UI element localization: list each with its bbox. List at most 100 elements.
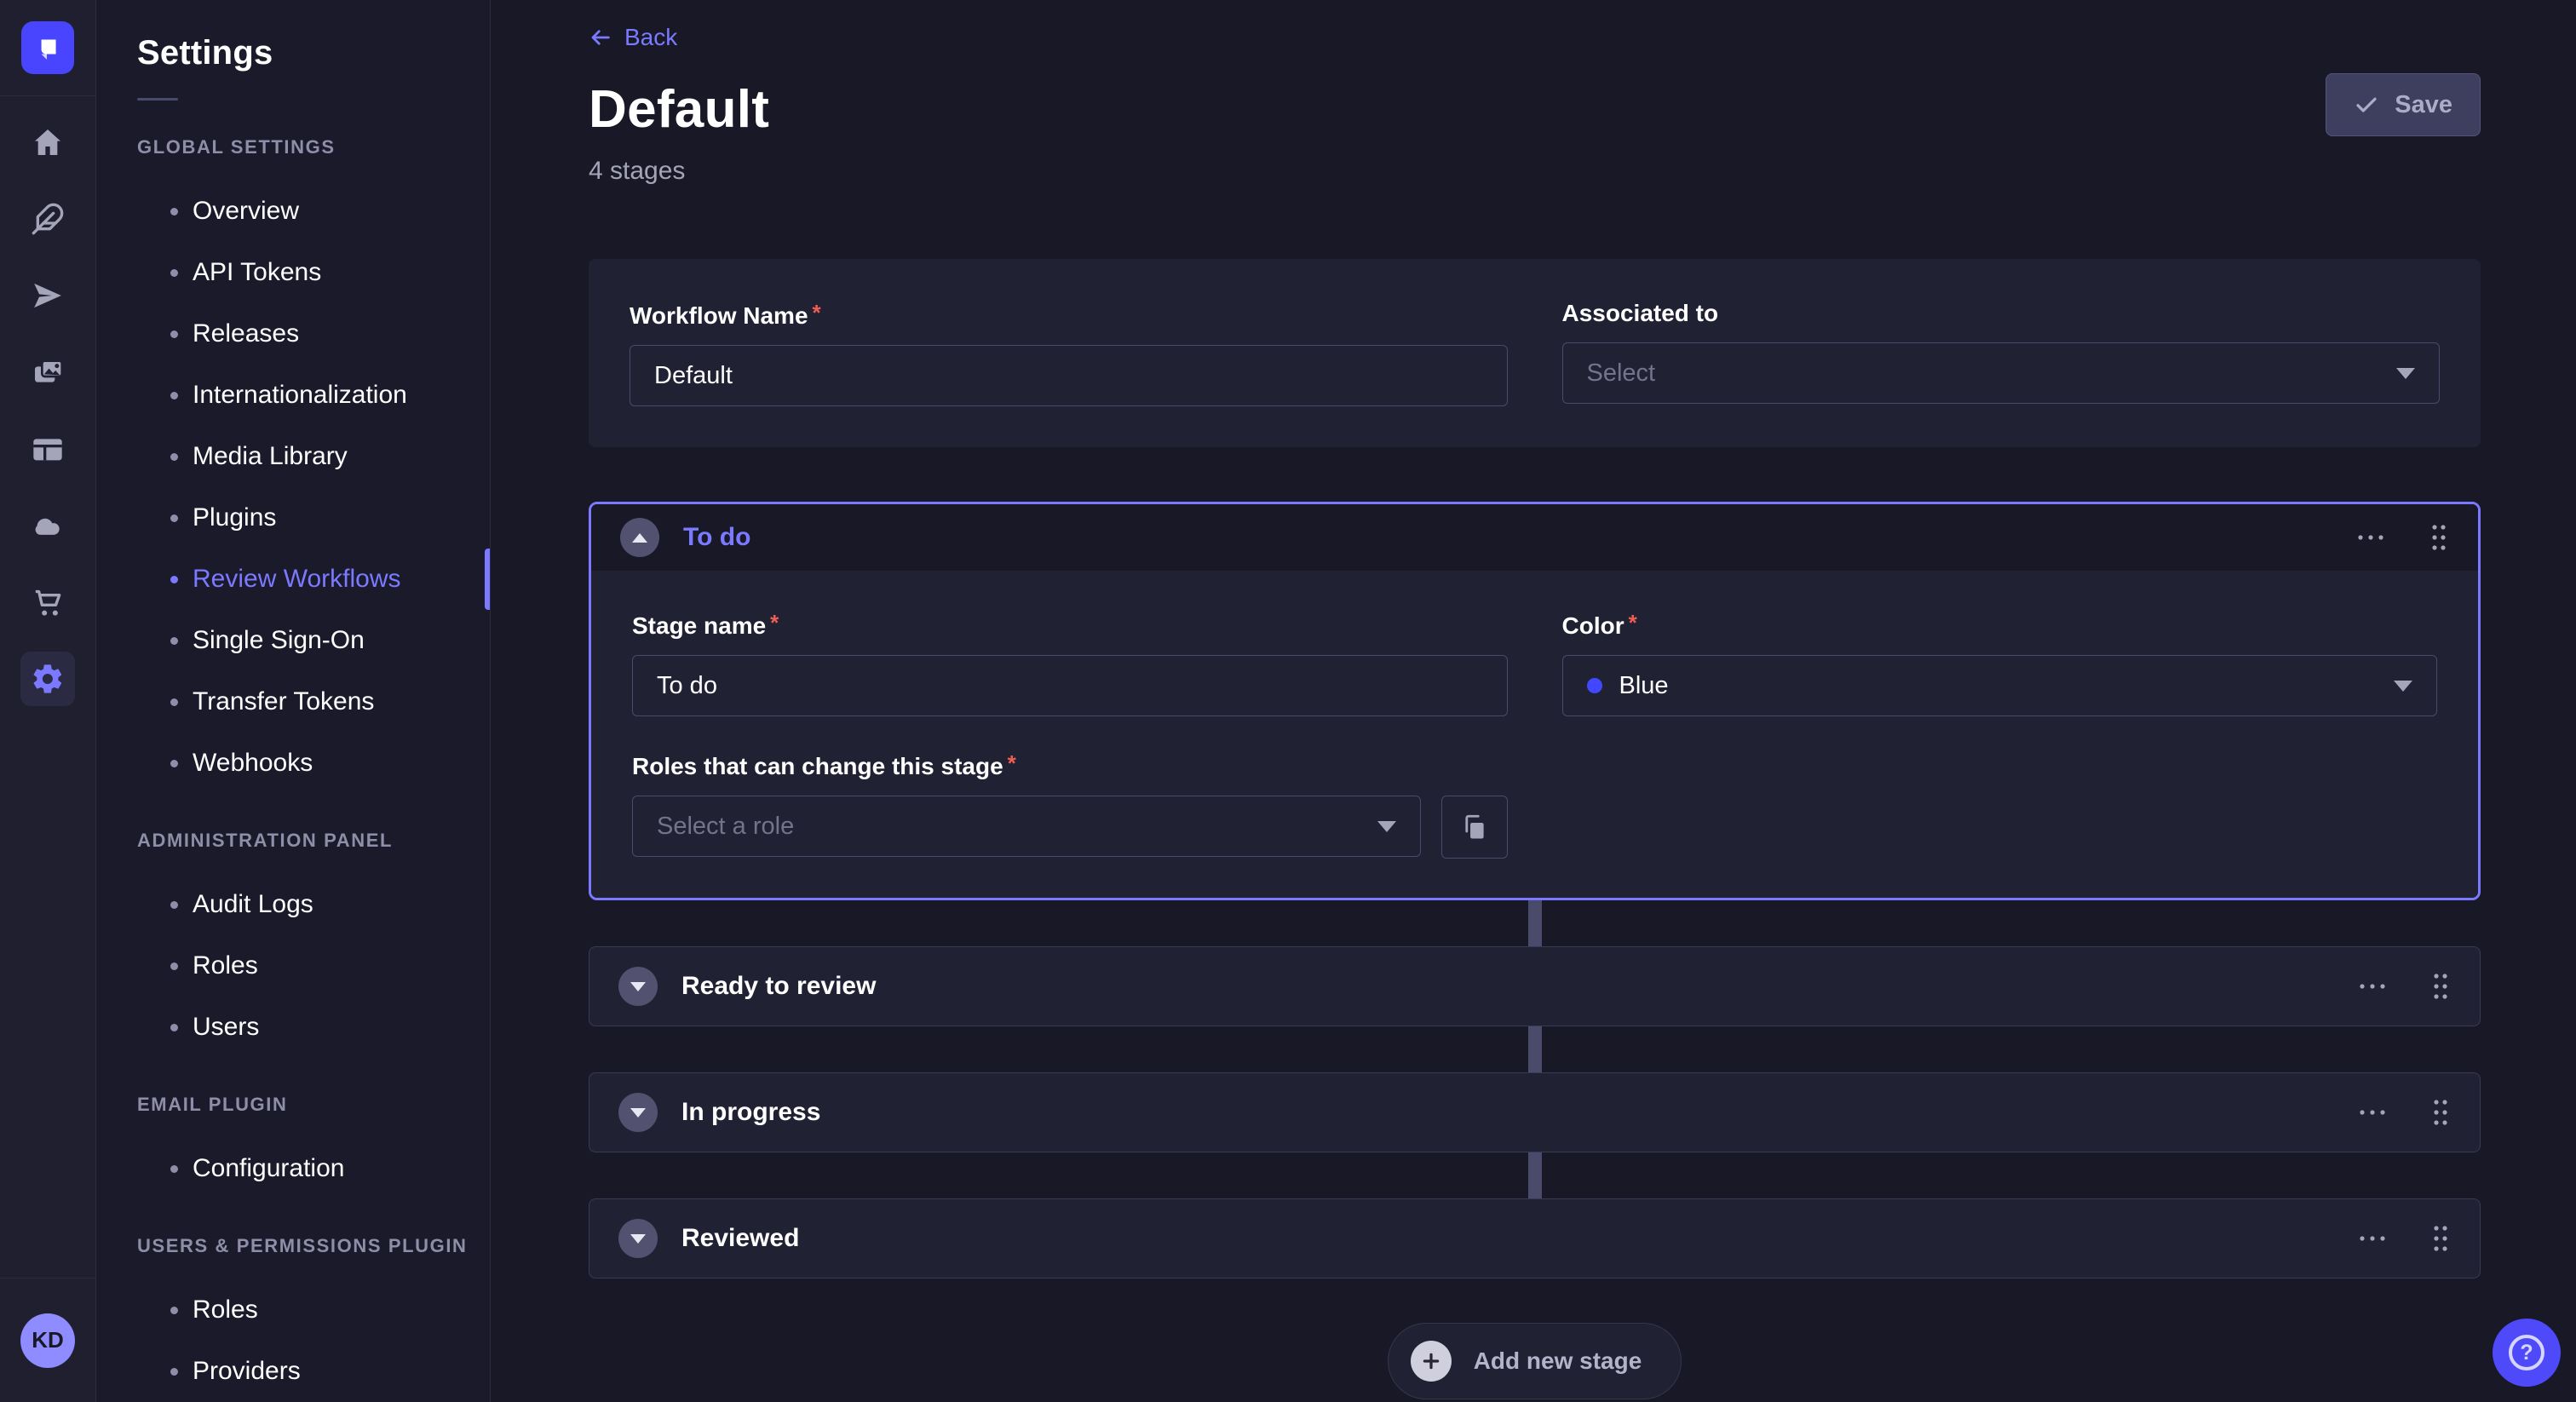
chevron-down-icon [630,982,646,991]
sidebar-item-internationalization[interactable]: Internationalization [137,365,490,426]
sidebar-item-transfer-tokens[interactable]: Transfer Tokens [137,671,490,733]
stage-title: To do [683,523,750,552]
color-value-label: Blue [1619,672,1669,700]
stage-options-button[interactable] [2355,1107,2393,1118]
chevron-up-icon [632,533,647,543]
sidebar-item-label: Audit Logs [193,890,313,919]
sidebar-item-review-workflows[interactable]: Review Workflows [137,549,490,610]
sidebar-item-providers[interactable]: Providers [137,1341,490,1402]
sidebar-item-up-roles[interactable]: Roles [137,1279,490,1341]
sidebar-item-roles[interactable]: Roles [137,935,490,997]
stage-header-to-do[interactable]: To do [591,504,2478,571]
bullet-icon [170,514,178,522]
bullet-icon [170,269,178,277]
required-asterisk: * [770,610,779,635]
bullet-icon [170,760,178,767]
sidebar-item-label: Users [193,1013,259,1042]
stage-options-button[interactable] [2355,981,2393,991]
sidebar-item-users[interactable]: Users [137,997,490,1058]
drag-handle[interactable] [2430,1223,2451,1254]
cloud-icon[interactable] [20,498,75,553]
expand-toggle-button[interactable] [618,1219,658,1258]
stage-title: In progress [681,1098,820,1127]
drag-handle-icon [2430,1097,2451,1128]
expand-toggle-button[interactable] [618,967,658,1006]
rail-icon-list [0,96,95,1278]
stage-fields-row: Stage name* To do Color* Blue [632,610,2437,716]
workflow-name-input[interactable]: Default [630,345,1508,406]
sidebar-item-label: Roles [193,951,258,980]
sidebar-item-label: Media Library [193,442,348,471]
cart-icon[interactable] [20,575,75,629]
sidebar-item-plugins[interactable]: Plugins [137,487,490,549]
sidebar-item-overview[interactable]: Overview [137,181,490,242]
sidebar-item-label: Webhooks [193,749,313,778]
back-link[interactable]: Back [589,24,677,51]
bullet-icon [170,208,178,215]
section-administration-panel: ADMINISTRATION PANEL [137,830,490,852]
stage-name-field: Stage name* To do [632,610,1508,716]
stage-options-button[interactable] [2355,1233,2393,1244]
sidebar-item-label: Review Workflows [193,565,401,594]
roles-select[interactable]: Select a role [632,796,1421,857]
home-icon[interactable] [20,115,75,170]
nav-list-email: Configuration [137,1138,490,1199]
help-button[interactable]: ? [2493,1319,2561,1387]
add-new-stage-button[interactable]: Add new stage [1388,1323,1682,1399]
stage-roles-label: Roles that can change this stage* [632,750,1508,780]
stage-options-button[interactable] [2354,532,2391,543]
stage-name-input[interactable]: To do [632,655,1508,716]
avatar[interactable]: KD [20,1313,75,1368]
bullet-icon [170,962,178,970]
associated-to-label: Associated to [1562,300,2441,327]
main-content: Back Default 4 stages Save Workflow Name… [491,0,2576,1402]
images-icon[interactable] [20,345,75,399]
subnav-divider [137,98,178,101]
layout-icon[interactable] [20,422,75,476]
apply-to-all-stages-button[interactable] [1441,796,1508,859]
sidebar-item-label: Providers [193,1357,301,1386]
color-swatch-blue [1587,678,1602,693]
strapi-logo[interactable] [21,21,74,74]
drag-handle[interactable] [2430,1097,2451,1128]
feather-icon[interactable] [20,192,75,246]
gear-icon[interactable] [20,652,75,706]
stage-title: Reviewed [681,1224,799,1253]
sidebar-item-single-sign-on[interactable]: Single Sign-On [137,610,490,671]
sidebar-item-configuration[interactable]: Configuration [137,1138,490,1199]
stage-name-value: To do [657,672,717,700]
save-button[interactable]: Save [2326,73,2481,136]
sidebar-item-label: Configuration [193,1154,344,1183]
bullet-icon [170,576,178,583]
drag-handle[interactable] [2429,522,2449,553]
save-label: Save [2395,91,2452,119]
logo-section [0,0,95,96]
stage-body-to-do: Stage name* To do Color* Blue [591,571,2478,898]
stage-row-in-progress[interactable]: In progress [589,1072,2481,1152]
stage-roles-field: Roles that can change this stage* Select… [632,750,1508,859]
collapse-toggle-button[interactable] [620,518,659,557]
sidebar-item-releases[interactable]: Releases [137,303,490,365]
sidebar-item-audit-logs[interactable]: Audit Logs [137,874,490,935]
sidebar-item-api-tokens[interactable]: API Tokens [137,242,490,303]
expand-toggle-button[interactable] [618,1093,658,1132]
required-asterisk: * [813,300,821,325]
bullet-icon [170,330,178,338]
associated-to-select[interactable]: Select [1562,342,2441,404]
more-options-icon [2355,1233,2393,1244]
drag-handle-icon [2430,971,2451,1002]
required-asterisk: * [1629,610,1637,635]
stage-row-ready-to-review[interactable]: Ready to review [589,946,2481,1026]
back-label: Back [624,24,677,51]
chevron-down-icon [1377,821,1396,832]
stage-color-select[interactable]: Blue [1562,655,2438,716]
stage-row-reviewed[interactable]: Reviewed [589,1198,2481,1278]
sidebar-item-media-library[interactable]: Media Library [137,426,490,487]
section-users-permissions-plugin: USERS & PERMISSIONS PLUGIN [137,1235,490,1257]
bullet-icon [170,901,178,909]
required-asterisk: * [1008,750,1016,776]
drag-handle[interactable] [2430,971,2451,1002]
chevron-down-icon [2394,681,2412,692]
sidebar-item-webhooks[interactable]: Webhooks [137,733,490,794]
paper-plane-icon[interactable] [20,268,75,323]
